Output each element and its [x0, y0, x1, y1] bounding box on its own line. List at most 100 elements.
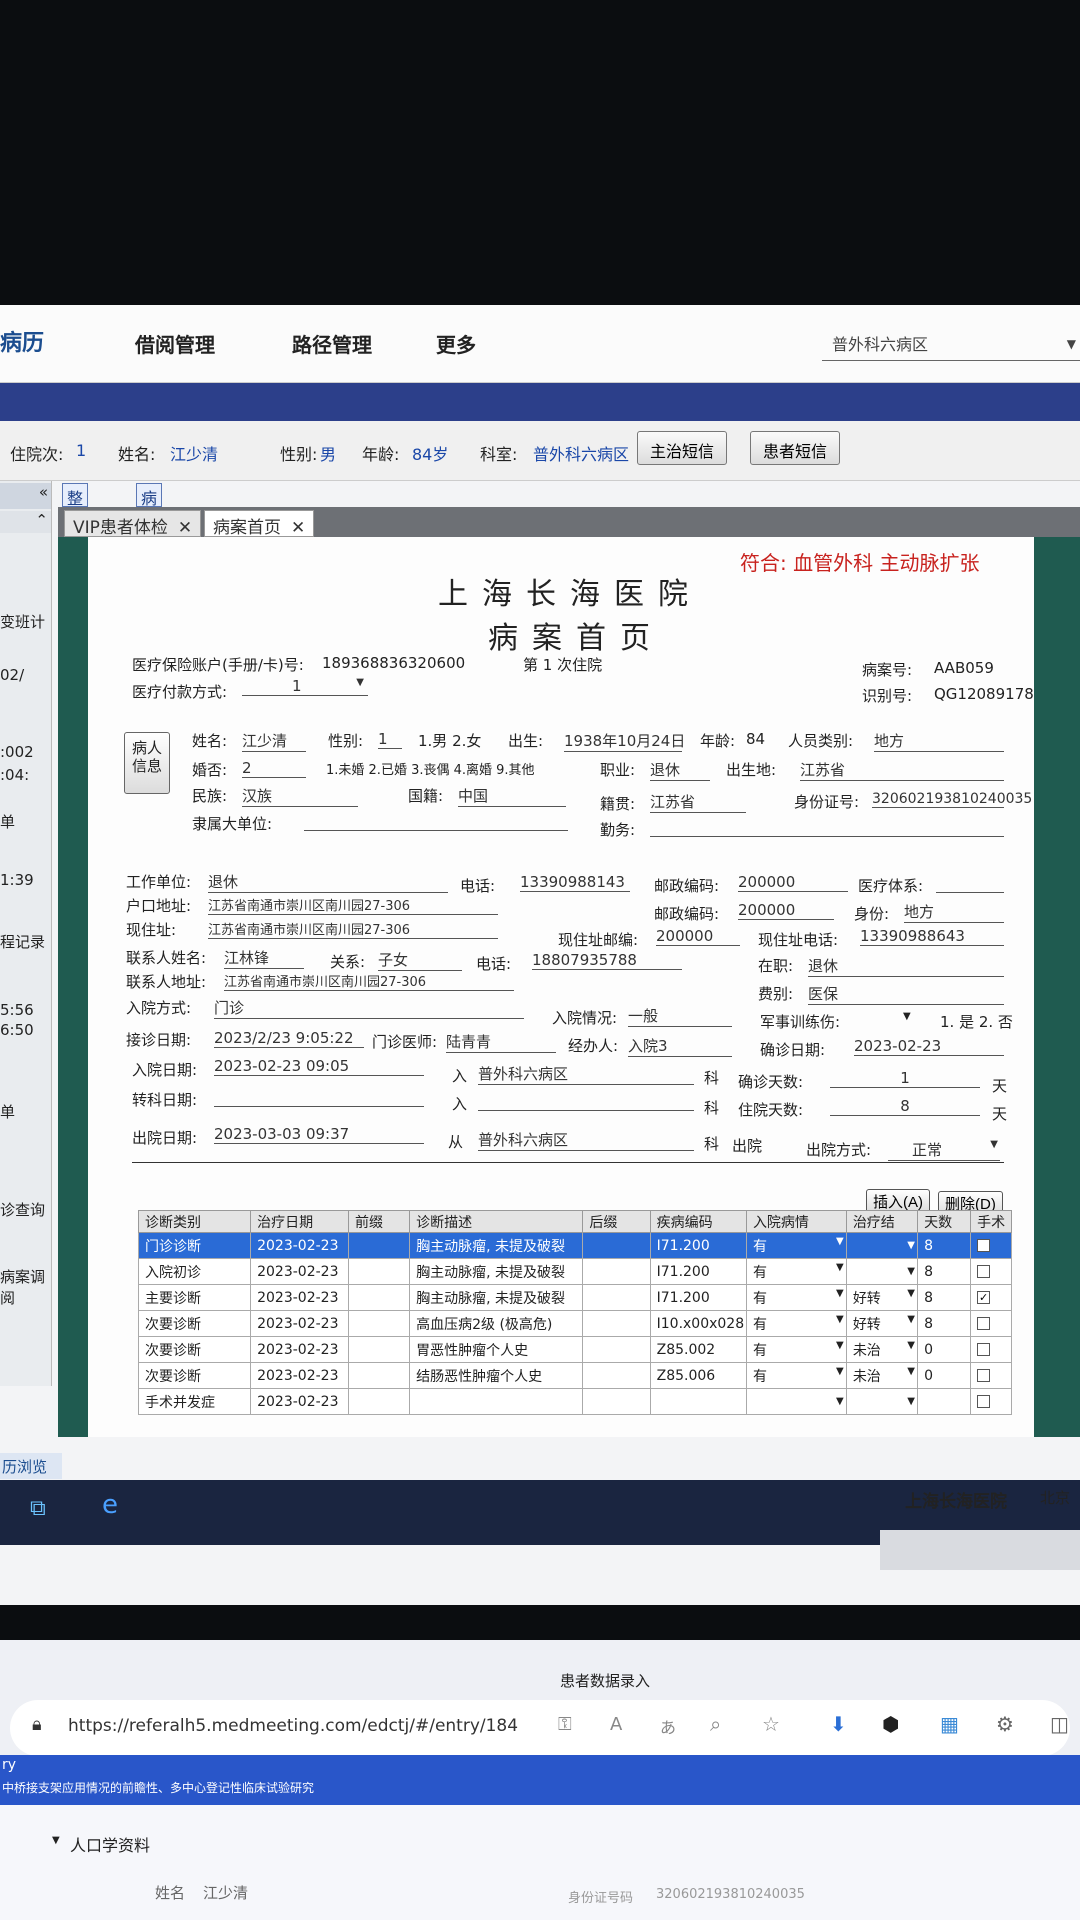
zip2-field[interactable]: 200000	[738, 901, 834, 920]
settings-icon[interactable]: ⚙	[996, 1712, 1014, 1736]
relation-field[interactable]: 子女	[378, 949, 462, 971]
result-cell[interactable]: ▼	[845, 1232, 919, 1259]
suffix-cell[interactable]	[582, 1310, 651, 1337]
patient-info-button[interactable]: 病人信息	[124, 732, 170, 794]
duty-field[interactable]	[650, 819, 1004, 837]
medsys-field[interactable]	[936, 875, 1004, 893]
discharge-field[interactable]: 2023-03-03 09:37	[214, 1125, 424, 1144]
outway-select[interactable]: 正常 ▼	[888, 1139, 1000, 1161]
date-cell[interactable]: 2023-02-23	[250, 1258, 349, 1285]
admstate-field[interactable]: 一般	[628, 1005, 732, 1027]
checkbox[interactable]	[977, 1369, 991, 1382]
prefix-cell[interactable]	[347, 1336, 411, 1363]
hukou-field[interactable]: 江苏省南通市崇川区南川园27-306	[208, 895, 498, 915]
sidebar-icon[interactable]: ◫	[1050, 1712, 1069, 1736]
marital-field[interactable]: 2	[242, 759, 306, 778]
date-cell[interactable]: 2023-02-23	[250, 1362, 349, 1389]
chevron-down-icon[interactable]: ▼	[905, 1396, 917, 1407]
suffix-cell[interactable]	[582, 1336, 651, 1363]
chevron-down-icon[interactable]: ▼	[834, 1288, 846, 1299]
checkbox[interactable]	[977, 1265, 991, 1278]
fee-field[interactable]: 医保	[808, 983, 1004, 1005]
transfer-ward-field[interactable]	[478, 1093, 694, 1111]
key-icon[interactable]: ⚿	[558, 1714, 572, 1735]
patient-sms-button[interactable]: 患者短信	[750, 431, 841, 465]
close-icon[interactable]: ✕	[178, 518, 192, 538]
cat-cell[interactable]: 次要诊断	[137, 1310, 252, 1337]
admway-field[interactable]: 门诊	[214, 997, 524, 1019]
sidebar-item[interactable]: 单	[0, 1101, 15, 1122]
table-row[interactable]: 次要诊断 2023-02-23 胃恶性肿瘤个人史 Z85.002 有 ▼ 未治 ▼ 0	[137, 1336, 1012, 1363]
chevron-down-icon[interactable]: ▼	[834, 1396, 846, 1407]
sidebar-item[interactable]: 程记录	[0, 931, 45, 952]
prefix-cell[interactable]	[347, 1258, 411, 1285]
date-cell[interactable]: 2023-02-23	[250, 1310, 349, 1337]
cond-cell[interactable]: 有 ▼	[745, 1362, 847, 1389]
favorite-star-icon[interactable]: ☆	[762, 1712, 780, 1736]
sidebar-item[interactable]: 诊查询	[0, 1199, 45, 1220]
consult-field[interactable]: 2023/2/23 9:05:22	[214, 1029, 364, 1048]
days-cell[interactable]: 8	[917, 1310, 972, 1337]
work-field[interactable]: 退休	[208, 871, 448, 893]
read-aloud-icon[interactable]: A	[610, 1714, 622, 1735]
identity-field[interactable]: 地方	[904, 901, 1004, 923]
code-cell[interactable]: Z85.002	[649, 1336, 747, 1363]
nav-brand[interactable]: 病历	[0, 325, 44, 357]
calendar-icon[interactable]: ▦	[940, 1712, 959, 1736]
cat-cell[interactable]: 次要诊断	[137, 1362, 252, 1389]
addrphone-field[interactable]: 13390988643	[860, 927, 1004, 946]
sidebar-item[interactable]: 1:39	[0, 871, 34, 889]
suffix-cell[interactable]	[582, 1284, 651, 1311]
shield-icon[interactable]: ⬢	[882, 1712, 899, 1736]
url-text[interactable]: https://referalh5.medmeeting.com/edctj/#…	[68, 1716, 518, 1736]
prefix-cell[interactable]	[347, 1388, 411, 1415]
result-cell[interactable]: 好转 ▼	[845, 1284, 919, 1311]
chevron-down-icon[interactable]: ▼	[834, 1314, 846, 1325]
birthplace-field[interactable]: 江苏省	[800, 759, 1004, 781]
sidebar-item[interactable]: 5:56	[0, 1001, 34, 1019]
code-cell[interactable]: Z85.006	[649, 1362, 747, 1389]
cond-cell[interactable]: 有 ▼	[745, 1284, 847, 1311]
cond-cell[interactable]: 有 ▼	[745, 1336, 847, 1363]
result-cell[interactable]: ▼	[845, 1258, 919, 1285]
zoom-icon[interactable]: ⌕	[710, 1712, 721, 1736]
opdoc-field[interactable]: 陆青青	[446, 1031, 556, 1053]
nav-item-more[interactable]: 更多	[436, 329, 476, 358]
p-birth-field[interactable]: 1938年10月24日	[564, 730, 685, 752]
onduty-field[interactable]: 退休	[808, 955, 1004, 977]
code-cell[interactable]	[649, 1388, 747, 1415]
addr-field[interactable]: 江苏省南通市崇川区南川园27-306	[208, 919, 498, 939]
sidebar-item[interactable]: 变班计	[0, 611, 45, 632]
suffix-cell[interactable]	[582, 1258, 651, 1285]
days-cell[interactable]: 0	[917, 1362, 972, 1389]
app-icon[interactable]: ⧉	[30, 1496, 46, 1521]
surgery-checkbox-cell[interactable]	[970, 1232, 1012, 1259]
chevron-up-icon[interactable]: ⌃	[0, 511, 51, 533]
doctor-sms-button[interactable]: 主治短信	[637, 431, 728, 465]
surgery-checkbox-cell[interactable]	[970, 1258, 1012, 1285]
chevron-down-icon[interactable]: ▼	[905, 1266, 917, 1277]
cond-cell[interactable]: ▼	[745, 1388, 847, 1415]
form-id-value[interactable]: 320602193810240035	[656, 1887, 805, 1902]
date-cell[interactable]: 2023-02-23	[250, 1284, 349, 1311]
surgery-checkbox-cell[interactable]	[970, 1388, 1012, 1415]
date-cell[interactable]: 2023-02-23	[250, 1232, 349, 1259]
cat-cell[interactable]: 手术并发症	[137, 1388, 252, 1415]
admdate-field[interactable]: 2023-02-23 09:05	[214, 1057, 424, 1076]
chevron-down-icon[interactable]: ▼	[905, 1288, 917, 1299]
chevron-down-icon[interactable]: ▼	[905, 1314, 917, 1325]
view-progress-button[interactable]: 病程连续查看	[136, 483, 163, 628]
ethnic-field[interactable]: 汉族	[242, 785, 358, 807]
surgery-checkbox-cell[interactable]	[970, 1310, 1012, 1337]
p-ptype-field[interactable]: 地方	[874, 730, 1004, 752]
chevron-down-icon[interactable]: ▼	[905, 1366, 917, 1377]
code-cell[interactable]: I10.x00x028	[649, 1310, 747, 1337]
dischward-field[interactable]: 普外科六病区	[478, 1129, 694, 1151]
table-row[interactable]: 次要诊断 2023-02-23 高血压病2级 (极高危) I10.x00x028 有 ▼ 好…	[137, 1310, 1012, 1337]
cond-cell[interactable]: 有 ▼	[745, 1258, 847, 1285]
handler-field[interactable]: 入院3	[628, 1035, 732, 1057]
prefix-cell[interactable]	[347, 1310, 411, 1337]
date-cell[interactable]: 2023-02-23	[250, 1388, 349, 1415]
cond-cell[interactable]: 有 ▼	[745, 1232, 847, 1259]
confirmdays-field[interactable]: 1	[830, 1069, 980, 1088]
